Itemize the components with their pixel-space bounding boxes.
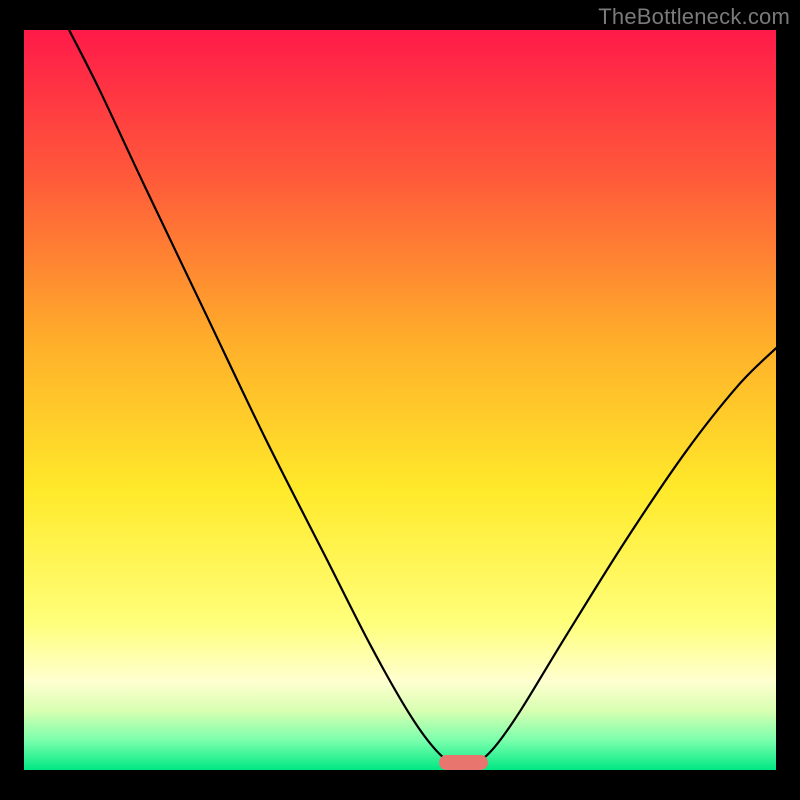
- watermark-text: TheBottleneck.com: [598, 4, 790, 30]
- chart-frame: TheBottleneck.com: [0, 0, 800, 800]
- bottleneck-curve: [24, 30, 776, 770]
- optimal-marker: [439, 755, 488, 770]
- plot-area: [24, 30, 776, 770]
